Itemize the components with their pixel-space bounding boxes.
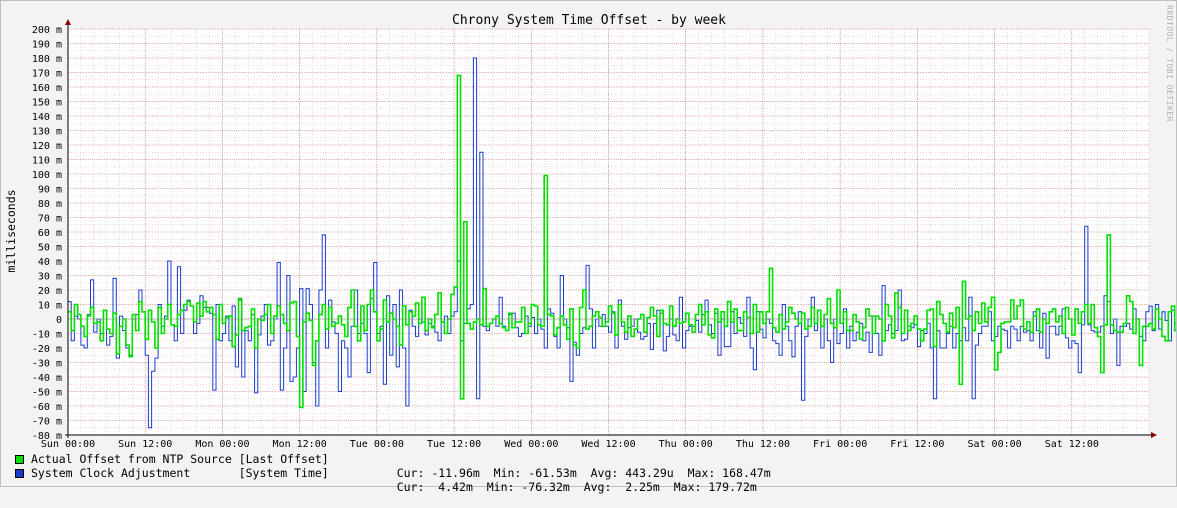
y-tick-label: 80 m <box>38 199 62 210</box>
x-tick-label: Wed 12:00 <box>581 439 635 450</box>
x-tick-label: Fri 12:00 <box>890 439 944 450</box>
x-tick-label: Mon 12:00 <box>273 439 327 450</box>
y-tick-label: -30 m <box>32 359 62 370</box>
y-tick-label: 40 m <box>38 257 62 268</box>
x-tick-label: Thu 12:00 <box>736 439 790 450</box>
y-tick-label: 100 m <box>32 170 62 181</box>
x-tick-label: Thu 00:00 <box>659 439 713 450</box>
y-axis-arrow <box>65 19 71 25</box>
y-tick-label: -10 m <box>32 330 62 341</box>
y-tick-label: 180 m <box>32 54 62 65</box>
x-tick-label: Tue 12:00 <box>427 439 481 450</box>
x-tick-label: Tue 00:00 <box>350 439 404 450</box>
legend-stats-adjust: Cur: 4.42m Min: -76.32m Avg: 2.25m Max: … <box>369 466 757 508</box>
chart-frame: Chrony System Time Offset - by week mill… <box>0 0 1177 494</box>
legend-label-adjust: System Clock Adjustment [System Time] <box>31 466 329 480</box>
legend-avg-adjust: Avg: 2.25m <box>583 480 660 494</box>
y-tick-labels: 200 m 190 m 180 m 170 m 160 m 150 m 140 m 130 m… <box>32 25 62 442</box>
y-tick-label: 110 m <box>32 156 62 167</box>
chart-title: Chrony System Time Offset - by week <box>452 13 726 28</box>
legend-cur-adjust: Cur: 4.42m <box>396 480 473 494</box>
legend-max-adjust: Max: 179.72m <box>673 480 757 494</box>
y-tick-label: 140 m <box>32 112 62 123</box>
y-tick-label: 10 m <box>38 301 62 312</box>
y-axis-label: milliseconds <box>4 189 18 272</box>
y-tick-label: -60 m <box>32 402 62 413</box>
y-tick-label: 170 m <box>32 69 62 80</box>
y-tick-label: 50 m <box>38 243 62 254</box>
y-tick-label: 160 m <box>32 83 62 94</box>
y-tick-label: 150 m <box>32 98 62 109</box>
y-tick-label: 200 m <box>32 25 62 36</box>
y-tick-label: 30 m <box>38 272 62 283</box>
y-tick-label: 70 m <box>38 214 62 225</box>
y-tick-label: -70 m <box>32 417 62 428</box>
y-tick-label: 190 m <box>32 40 62 51</box>
y-tick-label: 120 m <box>32 141 62 152</box>
y-tick-label: -40 m <box>32 373 62 384</box>
grid <box>67 28 1150 436</box>
x-tick-label: Sun 00:00 <box>41 439 95 450</box>
legend-swatch-offset <box>15 455 24 464</box>
x-tick-label: Sat 00:00 <box>967 439 1021 450</box>
x-tick-label: Fri 00:00 <box>813 439 867 450</box>
x-tick-label: Mon 00:00 <box>195 439 249 450</box>
x-tick-label: Sat 12:00 <box>1045 439 1099 450</box>
legend-label-offset: Actual Offset from NTP Source [Last Offs… <box>31 452 329 466</box>
rrdtool-watermark: RRDTOOL / TOBI OETIKER <box>1165 5 1174 122</box>
y-tick-label: 60 m <box>38 228 62 239</box>
y-tick-label: 20 m <box>38 286 62 297</box>
y-tick-label: 90 m <box>38 185 62 196</box>
y-tick-label: -50 m <box>32 388 62 399</box>
x-tick-labels: Sun 00:00 Sun 12:00 Mon 00:00 Mon 12:00 Tue … <box>41 439 1099 450</box>
y-tick-label: -20 m <box>32 344 62 355</box>
x-tick-label: Sun 12:00 <box>118 439 172 450</box>
legend-min-adjust: Min: -76.32m <box>486 480 570 494</box>
y-tick-label: 130 m <box>32 127 62 138</box>
y-tick-label: 0 <box>56 315 62 326</box>
x-axis-arrow <box>1151 432 1157 438</box>
x-tick-label: Wed 00:00 <box>504 439 558 450</box>
offset-chart: Chrony System Time Offset - by week mill… <box>4 13 1176 450</box>
legend-swatch-adjust <box>15 469 24 478</box>
